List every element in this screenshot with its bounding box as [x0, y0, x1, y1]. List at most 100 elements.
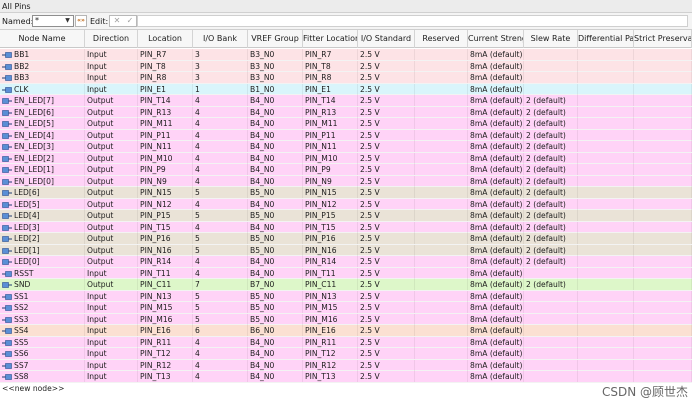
- cell-bank[interactable]: 4: [193, 256, 248, 267]
- cell-bank[interactable]: 4: [193, 267, 248, 279]
- cell-diff[interactable]: [578, 164, 634, 175]
- cell-strength[interactable]: 8mA (default): [468, 313, 524, 325]
- cell-slew[interactable]: 2 (default): [524, 95, 578, 106]
- table-row[interactable]: SS3 Input PIN_M16 5 B5_N0 PIN_M16 2.5 V 8mA (de…: [0, 313, 692, 325]
- cell-bank[interactable]: 5: [193, 313, 248, 325]
- cell-fitter[interactable]: PIN_R8: [303, 72, 358, 83]
- cell-diff[interactable]: [578, 95, 634, 106]
- cell-slew[interactable]: 2 (default): [524, 118, 578, 129]
- cell-name[interactable]: LED[4]: [0, 210, 85, 221]
- cell-location[interactable]: PIN_N15: [138, 187, 193, 198]
- table-row[interactable]: SND Output PIN_C11 7 B7_N0 PIN_C11 2.5 V 8mA (d…: [0, 279, 692, 291]
- cell-fitter[interactable]: PIN_P15: [303, 210, 358, 221]
- cell-vref[interactable]: B4_N0: [248, 118, 303, 129]
- cell-vref[interactable]: B4_N0: [248, 141, 303, 152]
- cell-location[interactable]: PIN_P9: [138, 164, 193, 175]
- cell-standard[interactable]: 2.5 V: [358, 95, 415, 106]
- cell-strict[interactable]: [634, 256, 692, 267]
- cell-vref[interactable]: B5_N0: [248, 244, 303, 256]
- cell-bank[interactable]: 4: [193, 221, 248, 233]
- cell-bank[interactable]: 4: [193, 348, 248, 359]
- cell-slew[interactable]: 2 (default): [524, 187, 578, 198]
- cell-bank[interactable]: 4: [193, 175, 248, 187]
- cell-direction[interactable]: Output: [85, 164, 138, 175]
- cell-slew[interactable]: [524, 359, 578, 371]
- cell-location[interactable]: PIN_R11: [138, 336, 193, 348]
- cell-slew[interactable]: [524, 49, 578, 60]
- cell-strict[interactable]: [634, 83, 692, 95]
- cell-strict[interactable]: [634, 106, 692, 118]
- cell-location[interactable]: PIN_T14: [138, 95, 193, 106]
- cell-slew[interactable]: [524, 60, 578, 72]
- col-header-fitter-location[interactable]: Fitter Location: [303, 30, 358, 48]
- cell-slew[interactable]: [524, 371, 578, 382]
- cell-location[interactable]: PIN_M10: [138, 152, 193, 164]
- cell-bank[interactable]: 4: [193, 152, 248, 164]
- cell-direction[interactable]: Output: [85, 106, 138, 118]
- cell-location[interactable]: PIN_N13: [138, 290, 193, 302]
- cell-strength[interactable]: 8mA (default): [468, 60, 524, 72]
- cell-slew[interactable]: [524, 302, 578, 313]
- cell-fitter[interactable]: PIN_M16: [303, 313, 358, 325]
- cell-diff[interactable]: [578, 233, 634, 244]
- cell-strength[interactable]: 8mA (default): [468, 49, 524, 60]
- cell-name[interactable]: BB1: [0, 49, 85, 60]
- cell-standard[interactable]: 2.5 V: [358, 198, 415, 210]
- named-filter-combo[interactable]: * ▼: [32, 15, 74, 27]
- cell-diff[interactable]: [578, 72, 634, 83]
- cell-slew[interactable]: [524, 72, 578, 83]
- cell-strict[interactable]: [634, 267, 692, 279]
- cell-location[interactable]: PIN_N16: [138, 244, 193, 256]
- cell-slew[interactable]: 2 (default): [524, 141, 578, 152]
- table-row[interactable]: EN_LED[7] Output PIN_T14 4 B4_N0 PIN_T14 2.5 V…: [0, 95, 692, 107]
- cell-slew[interactable]: [524, 267, 578, 279]
- cell-vref[interactable]: B1_N0: [248, 83, 303, 95]
- cell-direction[interactable]: Input: [85, 60, 138, 72]
- cell-diff[interactable]: [578, 348, 634, 359]
- cell-standard[interactable]: 2.5 V: [358, 290, 415, 302]
- cell-name[interactable]: RSST: [0, 267, 85, 279]
- cell-bank[interactable]: 4: [193, 106, 248, 118]
- col-header-node-name[interactable]: Node Name: [0, 30, 85, 48]
- cell-reserved[interactable]: [415, 198, 468, 210]
- cell-strict[interactable]: [634, 302, 692, 313]
- cell-direction[interactable]: Output: [85, 244, 138, 256]
- cell-location[interactable]: PIN_P16: [138, 233, 193, 244]
- new-node-row[interactable]: <<new node>>: [0, 383, 692, 394]
- cell-reserved[interactable]: [415, 118, 468, 129]
- cell-reserved[interactable]: [415, 244, 468, 256]
- cell-vref[interactable]: B4_N0: [248, 371, 303, 382]
- cell-strict[interactable]: [634, 244, 692, 256]
- table-row[interactable]: LED[5] Output PIN_N12 4 B4_N0 PIN_N12 2.5 V 8mA…: [0, 198, 692, 210]
- cell-slew[interactable]: 2 (default): [524, 221, 578, 233]
- table-row[interactable]: EN_LED[0] Output PIN_N9 4 B4_N0 PIN_N9 2.5 V 8m…: [0, 175, 692, 187]
- cell-fitter[interactable]: PIN_N13: [303, 290, 358, 302]
- cell-direction[interactable]: Input: [85, 72, 138, 83]
- cancel-edit-icon[interactable]: ✕: [111, 16, 123, 26]
- col-header-reserved[interactable]: Reserved: [415, 30, 468, 48]
- cell-location[interactable]: PIN_T11: [138, 267, 193, 279]
- cell-vref[interactable]: B4_N0: [248, 359, 303, 371]
- cell-bank[interactable]: 5: [193, 302, 248, 313]
- cell-standard[interactable]: 2.5 V: [358, 60, 415, 72]
- cell-reserved[interactable]: [415, 141, 468, 152]
- cell-slew[interactable]: 2 (default): [524, 106, 578, 118]
- cell-direction[interactable]: Output: [85, 198, 138, 210]
- cell-strict[interactable]: [634, 187, 692, 198]
- cell-fitter[interactable]: PIN_N11: [303, 141, 358, 152]
- cell-diff[interactable]: [578, 118, 634, 129]
- cell-diff[interactable]: [578, 141, 634, 152]
- cell-standard[interactable]: 2.5 V: [358, 175, 415, 187]
- cell-direction[interactable]: Output: [85, 210, 138, 221]
- cell-vref[interactable]: B6_N0: [248, 325, 303, 336]
- cell-standard[interactable]: 2.5 V: [358, 83, 415, 95]
- table-row[interactable]: RSST Input PIN_T11 4 B4_N0 PIN_T11 2.5 V 8mA (d…: [0, 267, 692, 279]
- cell-standard[interactable]: 2.5 V: [358, 106, 415, 118]
- cell-diff[interactable]: [578, 302, 634, 313]
- cell-name[interactable]: EN_LED[7]: [0, 95, 85, 106]
- cell-direction[interactable]: Output: [85, 187, 138, 198]
- table-row[interactable]: LED[4] Output PIN_P15 5 B5_N0 PIN_P15 2.5 V 8mA…: [0, 210, 692, 222]
- cell-strict[interactable]: [634, 210, 692, 221]
- cell-diff[interactable]: [578, 129, 634, 141]
- cell-strict[interactable]: [634, 371, 692, 382]
